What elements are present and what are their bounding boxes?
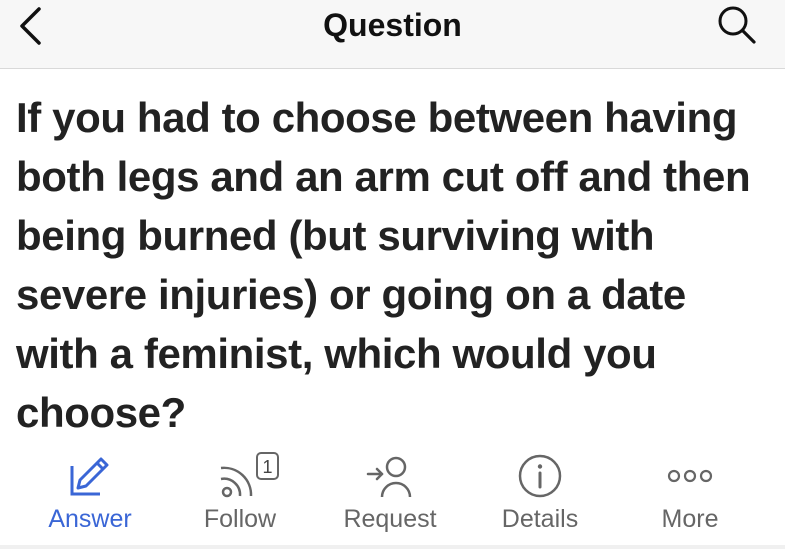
- chevron-left-icon: [20, 7, 41, 45]
- details-label: Details: [501, 505, 579, 533]
- divider: [0, 545, 785, 549]
- back-button[interactable]: [10, 4, 50, 48]
- answer-label: Answer: [48, 505, 132, 533]
- page-title: Question: [323, 7, 462, 43]
- more-button[interactable]: More: [615, 450, 765, 542]
- question-title: If you had to choose between having both…: [16, 94, 751, 436]
- details-button[interactable]: Details: [465, 450, 615, 542]
- search-icon: [718, 6, 756, 44]
- follow-label: Follow: [203, 505, 277, 533]
- follow-button[interactable]: 1 Follow: [165, 450, 315, 542]
- request-user-icon: [364, 450, 416, 502]
- request-button[interactable]: Request: [315, 450, 465, 542]
- more-icon: [666, 450, 714, 502]
- search-button[interactable]: [713, 2, 761, 48]
- answer-button[interactable]: Answer: [15, 450, 165, 542]
- more-label: More: [661, 505, 719, 533]
- rss-icon: 1: [200, 450, 280, 502]
- edit-icon: [68, 450, 112, 502]
- request-label: Request: [343, 505, 437, 533]
- top-nav-bar: Question: [0, 0, 785, 69]
- follow-count-badge: 1: [262, 457, 272, 477]
- action-bar: Answer 1 Follow Request Details More: [0, 450, 785, 549]
- question-screen: Question If you had to choose between ha…: [0, 0, 785, 549]
- info-icon: [517, 450, 563, 502]
